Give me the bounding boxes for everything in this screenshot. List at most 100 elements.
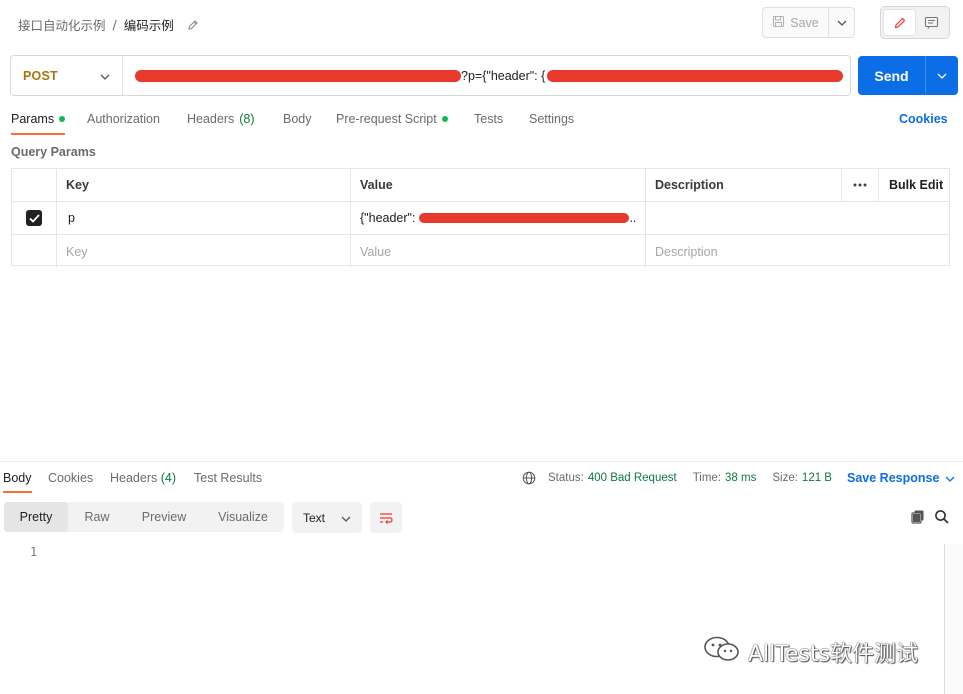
new-description-input[interactable]: Description (646, 235, 949, 268)
response-tab-headers-count: (4) (160, 471, 177, 485)
save-button[interactable]: Save (763, 8, 829, 37)
send-button-group: Send (858, 56, 958, 95)
tab-params[interactable]: Params (11, 112, 66, 135)
method-select[interactable]: POST (11, 56, 123, 95)
param-key-input[interactable]: p (57, 202, 351, 234)
tab-authorization[interactable]: Authorization (87, 112, 160, 126)
url-visible-text: ?p={"header": { (461, 68, 546, 83)
response-tab-headers-label: Headers (110, 471, 158, 485)
response-view-modes: Pretty Raw Preview Visualize (4, 502, 284, 532)
view-mode-visualize[interactable]: Visualize (202, 502, 284, 532)
table-row-empty: Key Value Description (12, 235, 949, 268)
description-column-header: Description (646, 169, 842, 201)
response-scrollbar[interactable] (944, 544, 963, 694)
new-value-input[interactable]: Value (351, 235, 646, 268)
param-value-input[interactable]: {"header": .. (351, 202, 646, 234)
top-bar: 接口自动化示例 / 编码示例 Save (0, 0, 963, 46)
view-mode-pretty[interactable]: Pretty (4, 502, 68, 532)
more-options-icon[interactable] (842, 169, 879, 201)
time-label: Time: (692, 472, 722, 484)
size-label: Size: (772, 472, 798, 484)
method-chevron-down-icon (100, 69, 110, 83)
param-enabled-checkbox[interactable] (12, 202, 57, 234)
response-meta: Status: 400 Bad Request Time: 38 ms Size… (522, 471, 832, 485)
new-key-input[interactable]: Key (57, 235, 351, 268)
url-input[interactable]: ?p={"header": { (123, 56, 850, 95)
status-label: Status: (548, 472, 584, 484)
response-line-number: 1 (30, 545, 38, 559)
response-tab-test-results[interactable]: Test Results (194, 471, 262, 485)
table-header-row: Key Value Description Bulk Edit (12, 169, 949, 202)
key-column-header: Key (57, 169, 351, 201)
wechat-logo-icon (702, 634, 742, 670)
tab-headers[interactable]: Headers (8) (187, 112, 255, 126)
size-value[interactable]: 121 B (802, 472, 832, 484)
method-label: POST (23, 68, 58, 83)
tab-pre-request-status-dot (441, 116, 448, 122)
save-options-chevron-down-icon[interactable] (829, 8, 854, 37)
response-format-select[interactable]: Text (292, 502, 362, 533)
tab-authorization-label: Authorization (87, 112, 160, 126)
response-tab-headers[interactable]: Headers (4) (110, 471, 176, 485)
tab-headers-count: (8) (239, 112, 255, 126)
save-button-group: Save (762, 7, 855, 38)
view-mode-toggle (880, 6, 950, 39)
status-value: 400 Bad Request (587, 472, 677, 484)
breadcrumb-collection[interactable]: 接口自动化示例 (18, 15, 106, 34)
response-tab-body-label: Body (3, 471, 32, 485)
copy-icon[interactable] (910, 509, 926, 528)
table-row: p {"header": .. (12, 202, 949, 235)
comments-icon[interactable] (916, 9, 947, 36)
redaction-mark (135, 69, 461, 82)
time-value[interactable]: 38 ms (725, 472, 756, 484)
tab-body[interactable]: Body (283, 112, 312, 126)
save-response-chevron-down-icon (945, 471, 955, 485)
format-chevron-down-icon (341, 511, 351, 525)
tab-pre-request-script[interactable]: Pre-request Script (336, 112, 448, 126)
tab-pre-request-script-label: Pre-request Script (336, 112, 437, 126)
view-mode-preview[interactable]: Preview (126, 502, 202, 532)
tab-settings[interactable]: Settings (529, 112, 574, 126)
cookies-link[interactable]: Cookies (899, 112, 948, 126)
active-tab-indicator (3, 491, 32, 493)
param-value-ellipsis: .. (629, 211, 637, 225)
active-tab-indicator (11, 133, 66, 135)
response-divider[interactable] (0, 461, 963, 462)
wrap-lines-icon[interactable] (370, 502, 402, 533)
send-button[interactable]: Send (858, 56, 926, 95)
url-bar: POST ?p={"header": { (10, 55, 851, 96)
tab-tests[interactable]: Tests (474, 112, 503, 126)
redaction-mark (419, 213, 630, 223)
breadcrumb: 接口自动化示例 / 编码示例 (18, 15, 199, 34)
send-options-chevron-down-icon[interactable] (926, 56, 958, 95)
checkbox-column-header (12, 169, 57, 201)
save-response-label: Save Response (847, 471, 940, 485)
edit-pencil-icon[interactable] (187, 19, 199, 31)
redaction-mark (547, 69, 844, 82)
tab-body-label: Body (283, 112, 312, 126)
watermark: AllTests软件测试 (702, 634, 918, 670)
response-tab-body[interactable]: Body (3, 471, 32, 493)
globe-icon[interactable] (522, 471, 536, 485)
breadcrumb-separator: / (112, 17, 117, 32)
save-response-button[interactable]: Save Response (847, 471, 955, 485)
param-value-text: {"header": (360, 211, 416, 225)
query-params-table: Key Value Description Bulk Edit p {"head… (11, 168, 950, 268)
value-column-header: Value (351, 169, 646, 201)
response-tab-cookies[interactable]: Cookies (48, 471, 93, 485)
save-label: Save (790, 15, 819, 30)
tab-params-status-dot (59, 116, 66, 122)
view-mode-raw[interactable]: Raw (68, 502, 126, 532)
response-format-value: Text (303, 510, 326, 525)
bulk-edit-button[interactable]: Bulk Edit (879, 169, 949, 201)
edit-mode-pencil-icon[interactable] (883, 9, 916, 36)
save-disk-icon (772, 15, 785, 31)
tab-tests-label: Tests (474, 112, 504, 126)
param-description-input[interactable] (646, 202, 949, 234)
breadcrumb-request-name[interactable]: 编码示例 (124, 15, 174, 34)
query-params-heading: Query Params (11, 145, 96, 159)
tab-params-label: Params (11, 112, 55, 126)
search-icon[interactable] (934, 509, 950, 528)
request-tabs: Params Authorization Headers (8) Body Pr… (0, 104, 963, 135)
checkmark-icon (26, 210, 42, 226)
